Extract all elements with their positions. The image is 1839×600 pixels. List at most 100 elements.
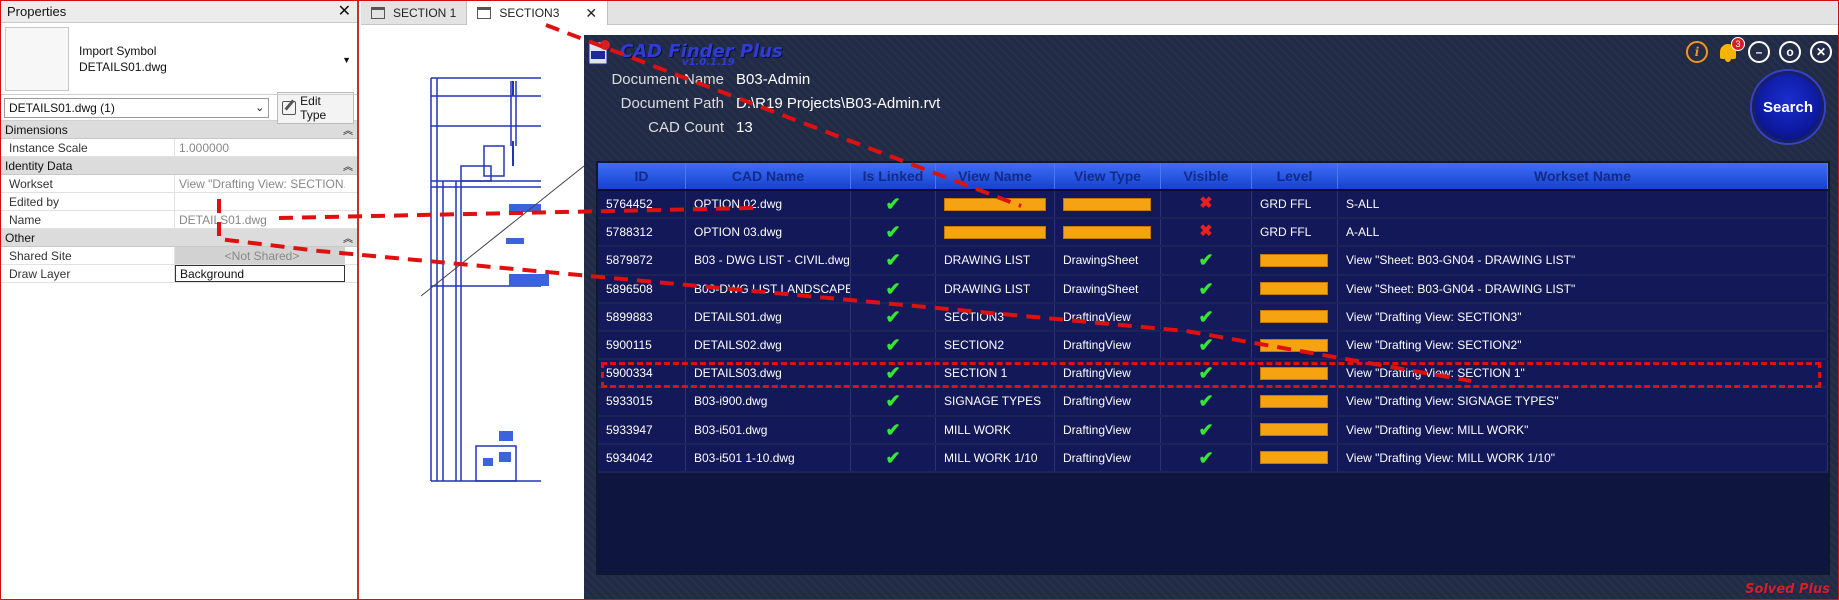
section-drawing	[420, 77, 585, 482]
maximize-icon[interactable]: o	[1779, 41, 1801, 63]
cell-view-name: MILL WORK	[936, 416, 1055, 443]
column-header[interactable]: Is Linked	[851, 163, 936, 189]
column-header[interactable]: Workset Name	[1338, 163, 1828, 189]
cell-cad-name: B03-i501 1-10.dwg	[686, 444, 851, 471]
property-group-header[interactable]: Dimensions ︽	[1, 121, 357, 139]
property-value[interactable]: Background	[175, 265, 345, 282]
column-header[interactable]: Level	[1252, 163, 1338, 189]
drawing-canvas[interactable]	[361, 26, 585, 599]
cell-is-linked: ✔	[851, 191, 936, 218]
cell-workset-name: View "Sheet: B03-GN04 - DRAWING LIST"	[1338, 247, 1828, 274]
column-header[interactable]: Visible	[1161, 163, 1252, 189]
close-icon[interactable]: ✕	[338, 3, 351, 20]
view-tabs: SECTION 1 SECTION3 ✕	[361, 1, 1838, 25]
cell-id: 5879872	[598, 247, 686, 274]
cell-level	[1252, 247, 1338, 274]
cell-level	[1252, 416, 1338, 443]
window-controls: i 3 – o ✕	[1686, 37, 1832, 63]
cell-visible: ✖	[1161, 219, 1252, 246]
property-value[interactable]: <Not Shared>	[175, 247, 345, 264]
cell-is-linked: ✔	[851, 416, 936, 443]
cell-workset-name: View "Drafting View: SECTION3"	[1338, 303, 1828, 330]
column-header[interactable]: View Type	[1055, 163, 1161, 189]
cell-workset-name: View "Drafting View: SIGNAGE TYPES"	[1338, 388, 1828, 415]
minimize-icon[interactable]: –	[1748, 41, 1770, 63]
close-icon[interactable]: ✕	[1810, 41, 1832, 63]
cell-visible: ✔	[1161, 275, 1252, 302]
property-value[interactable]	[175, 193, 345, 210]
cell-id: 5896508	[598, 275, 686, 302]
table-row[interactable]: 5764452 OPTION 02.dwg ✔ ✖ GRD FFL S-ALL	[598, 191, 1828, 220]
table-header: ID CAD Name Is Linked View Name View Typ…	[598, 163, 1828, 191]
tab-section-1[interactable]: SECTION 1	[361, 1, 468, 25]
cad-finder-window: CAD Finder Plus v1.0.1.19 i 3 – o ✕ Docu…	[584, 35, 1838, 599]
property-group-header[interactable]: Other ︽	[1, 229, 357, 247]
table-row[interactable]: 5933015 B03-i900.dwg ✔ SIGNAGE TYPES Draftin…	[598, 388, 1828, 417]
cell-workset-name: View "Drafting View: MILL WORK 1/10"	[1338, 444, 1828, 471]
column-header[interactable]: View Name	[936, 163, 1055, 189]
cell-visible: ✔	[1161, 331, 1252, 359]
check-icon: ✔	[885, 222, 901, 243]
property-value[interactable]: View "Drafting View: SECTION...	[175, 175, 345, 192]
check-icon: ✔	[1198, 335, 1214, 356]
cell-workset-name: View "Drafting View: SECTION2"	[1338, 331, 1828, 359]
property-value[interactable]: 1.000000	[175, 139, 345, 156]
cell-view-type: DraftingView	[1055, 444, 1161, 471]
properties-title-bar: Properties ✕	[1, 1, 357, 23]
property-key: Draw Layer	[1, 265, 175, 282]
property-key: Instance Scale	[1, 139, 175, 156]
property-group-name: Dimensions	[5, 122, 68, 137]
cell-workset-name: View "Sheet: B03-GN04 - DRAWING LIST"	[1338, 275, 1828, 302]
empty-value-bar	[1063, 197, 1151, 211]
cell-view-name: DRAWING LIST	[936, 275, 1055, 302]
document-name-value: B03-Admin	[736, 70, 811, 88]
edit-type-button[interactable]: Edit Type	[277, 91, 354, 124]
property-group-header[interactable]: Identity Data ︽	[1, 157, 357, 175]
table-row[interactable]: 5896508B03-DWG LIST LANDSCAPE.dwg ✔ DRAWIN…	[598, 275, 1828, 304]
table-row[interactable]: 5899883 DETAILS01.dwg ✔ SECTION3 DraftingVie…	[598, 303, 1828, 332]
cell-id: 5764452	[598, 191, 686, 218]
cell-visible: ✖	[1161, 191, 1252, 218]
bell-icon[interactable]: 3	[1717, 37, 1745, 63]
cell-is-linked: ✔	[851, 275, 936, 302]
empty-value-bar	[1260, 423, 1328, 437]
chevron-down-icon[interactable]: ▼	[342, 55, 351, 65]
cell-view-name	[936, 191, 1055, 218]
table-row[interactable]: 5933947 B03-i501.dwg ✔ MILL WORK DraftingVie…	[598, 416, 1828, 445]
collapse-icon[interactable]: ︽	[343, 230, 353, 245]
cad-count-value: 13	[736, 118, 753, 136]
table-body: 5764452 OPTION 02.dwg ✔ ✖ GRD FFL S-ALL 578831…	[598, 191, 1828, 473]
table-row[interactable]: 5934042 B03-i501 1-10.dwg ✔ MILL WORK 1/10 D…	[598, 444, 1828, 473]
cell-visible: ✔	[1161, 388, 1252, 415]
document-info: Document Name B03-Admin Document Path D:…	[584, 67, 940, 139]
check-icon: ✔	[1198, 250, 1214, 271]
column-header[interactable]: CAD Name	[686, 163, 851, 189]
close-tab-icon[interactable]: ✕	[585, 5, 597, 22]
cell-is-linked: ✔	[851, 444, 936, 471]
document-path-value: D:\R19 Projects\B03-Admin.rvt	[736, 94, 941, 112]
property-key: Edited by	[1, 193, 175, 210]
edit-icon	[282, 100, 297, 115]
column-header[interactable]: ID	[598, 163, 686, 189]
collapse-icon[interactable]: ︽	[343, 158, 353, 173]
check-icon: ✔	[885, 194, 901, 215]
instance-filter-value: DETAILS01.dwg (1)	[9, 100, 115, 115]
table-row[interactable]: 5788312 OPTION 03.dwg ✔ ✖ GRD FFL A-ALL	[598, 219, 1828, 248]
cell-view-type: DrawingSheet	[1055, 275, 1161, 302]
cell-view-type	[1055, 219, 1161, 246]
property-row: Edited by	[1, 193, 357, 211]
empty-value-bar	[1260, 282, 1328, 296]
info-icon[interactable]: i	[1686, 41, 1708, 63]
instance-filter-select[interactable]: DETAILS01.dwg (1) ⌄	[4, 97, 270, 118]
properties-title: Properties	[7, 4, 67, 19]
table-row[interactable]: 5879872 B03 - DWG LIST - CIVIL.dwg ✔ DRAWIN…	[598, 247, 1828, 276]
collapse-icon[interactable]: ︽	[343, 122, 353, 137]
table-row[interactable]: 5900115 DETAILS02.dwg ✔ SECTION2 DraftingVie…	[598, 331, 1828, 361]
search-button[interactable]: Search	[1752, 71, 1824, 143]
properties-panel: Properties ✕ Import Symbol DETAILS01.dwg…	[1, 1, 359, 599]
tab-section3[interactable]: SECTION3 ✕	[467, 1, 609, 25]
type-thumbnail	[5, 26, 69, 91]
cell-visible: ✔	[1161, 444, 1252, 471]
type-selector[interactable]: Import Symbol DETAILS01.dwg ▼	[1, 23, 357, 95]
property-value[interactable]: DETAILS01.dwg	[175, 211, 345, 228]
